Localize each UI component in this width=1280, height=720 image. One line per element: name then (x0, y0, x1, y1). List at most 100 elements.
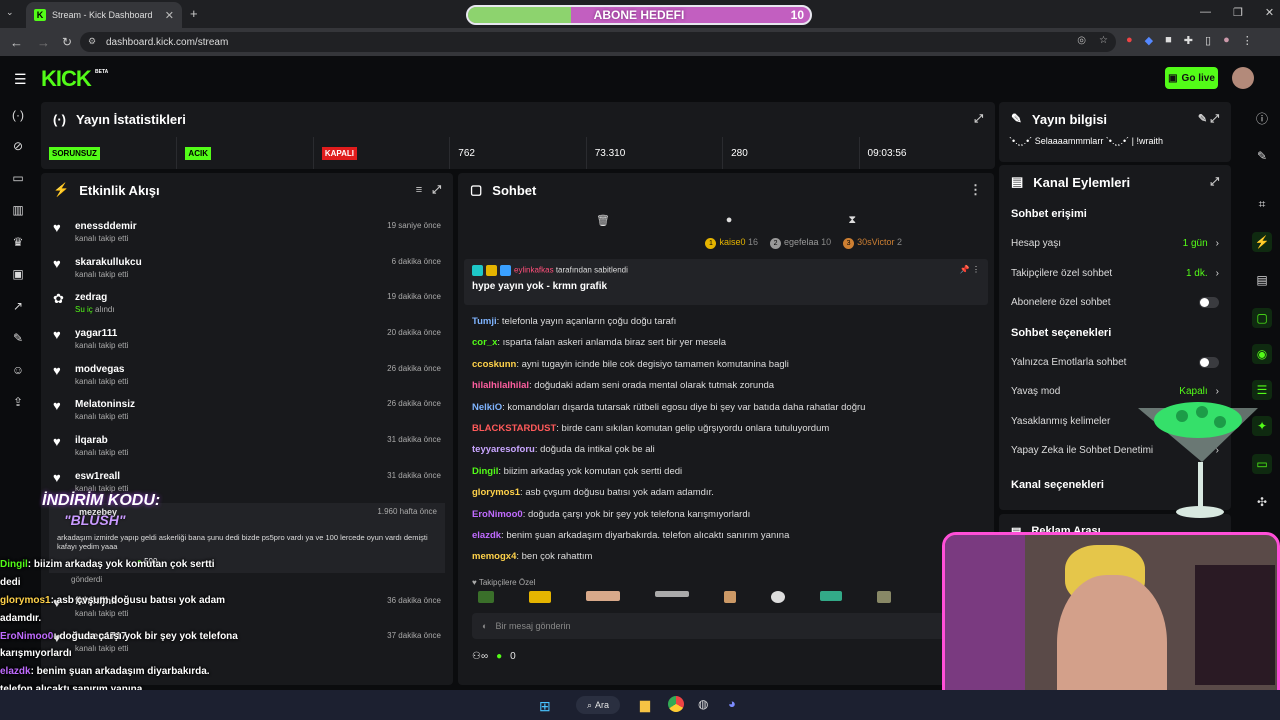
top-gifter[interactable]: 1 kaise0 16 (705, 237, 758, 249)
maximize-icon[interactable]: ❐ (1233, 6, 1243, 19)
info-icon[interactable]: ⓘ (1252, 108, 1272, 128)
emoji-icon[interactable]: ◐ (482, 621, 487, 631)
user-avatar[interactable] (1232, 67, 1254, 89)
minimize-icon[interactable]: — (1200, 6, 1211, 19)
media-icon[interactable]: ▣ (8, 264, 28, 284)
kick-logo[interactable]: KICK (41, 66, 92, 92)
setting-row[interactable]: Takipçilere özel sohbet 1 dk. › (999, 259, 1231, 289)
back-icon[interactable]: ← (10, 35, 23, 50)
emote-icon[interactable] (771, 590, 785, 603)
eye-off-icon[interactable]: ◎ (1077, 35, 1086, 46)
chat-icon[interactable]: ▢ (1252, 308, 1272, 328)
pin-icon[interactable]: 📌 ⋮ (960, 265, 980, 274)
new-tab-button[interactable]: + (190, 6, 198, 21)
heart-icon: ♥ (53, 255, 61, 271)
crop-icon[interactable]: ⌗ (1252, 194, 1272, 214)
browser-tab[interactable]: K Stream - Kick Dashboard ✕ (26, 2, 182, 28)
chat-username[interactable]: hilalhilalhilal (472, 380, 529, 391)
chat-username[interactable]: EroNimoo0 (472, 509, 523, 520)
event-description: kanalı takip etti (75, 377, 128, 386)
bookmark-star-icon[interactable]: ☆ (1099, 35, 1108, 46)
chat-username[interactable]: ccoskunn (472, 359, 516, 370)
stream-icon[interactable]: (·) (8, 105, 28, 125)
toggle-switch[interactable] (1199, 297, 1219, 309)
chat-username[interactable]: teyyaresoforu (472, 444, 535, 455)
chat-input[interactable]: ◐ Bir mesaj gönderin (472, 612, 980, 639)
lightning-icon[interactable]: ⚡ (1252, 232, 1272, 252)
chat-username[interactable]: Dingil (472, 466, 498, 477)
wrench-icon[interactable]: ✎ (8, 328, 28, 348)
document-icon[interactable]: ▤ (1252, 270, 1272, 290)
windows-start-icon[interactable]: ⊞ (539, 698, 551, 715)
tab-list-icon[interactable]: ⌄ (6, 7, 14, 18)
file-explorer-icon[interactable]: ▆ (640, 697, 650, 713)
goal-label: ABONE HEDEFI (593, 8, 685, 22)
emote-icon[interactable] (529, 590, 551, 603)
chrome-icon[interactable] (668, 696, 684, 712)
chart-icon[interactable]: ▥ (8, 200, 28, 220)
users-icon[interactable]: ☺ (8, 360, 28, 380)
chat-username[interactable]: BLACKSTARDUST (472, 423, 556, 434)
top-gifter[interactable]: 2 egefelaa 10 (770, 237, 831, 249)
link-icon[interactable]: ⊘ (8, 136, 28, 156)
url-field[interactable]: ⚙ dashboard.kick.com/stream ◎ ☆ (80, 32, 1116, 52)
expand-icon[interactable]: ⤢ (1210, 176, 1219, 189)
chat-message: ccoskunn: ayni tugayin icinde bile cok d… (472, 358, 789, 370)
kick-coin-icon: ● (496, 650, 503, 662)
event-time: 36 dakika önce (387, 595, 441, 605)
edit-icon[interactable]: ✎ ⤢ (1198, 112, 1219, 126)
obs-icon[interactable]: ◍ (698, 697, 708, 711)
menu-dots-icon[interactable]: ⋮ (1242, 34, 1253, 47)
chat-username[interactable]: Tumji (472, 316, 497, 327)
hamburger-menu-icon[interactable]: ☰ (14, 71, 27, 88)
setting-row[interactable]: Hesap yaşı 1 gün › (999, 229, 1231, 259)
trophy-icon[interactable]: ♛ (8, 232, 28, 252)
chat-username[interactable]: memogx4 (472, 551, 516, 562)
analytics-icon[interactable]: ↗ (8, 296, 28, 316)
top-gifter[interactable]: 3 30sVictor 2 (843, 237, 902, 249)
chat-username[interactable]: cor_x (472, 337, 497, 348)
sidebar-icon[interactable]: ▯ (1205, 34, 1211, 47)
expand-icon[interactable]: ⤢ (974, 113, 983, 126)
taskbar-search[interactable]: ⌕ Ara (576, 696, 620, 714)
chat-username[interactable]: glorymos1 (472, 487, 520, 498)
go-live-button[interactable]: ▣ Go live (1165, 67, 1218, 89)
hourglass-icon[interactable]: ⧗ (848, 214, 856, 227)
more-options-icon[interactable]: ⋮ (969, 182, 982, 198)
emote-icon[interactable] (820, 590, 842, 601)
toggle-switch[interactable] (1199, 356, 1219, 368)
close-tab-icon[interactable]: ✕ (165, 9, 174, 22)
edit-icon[interactable]: ✎ (1252, 146, 1272, 166)
chat-message: BLACKSTARDUST: birde canı sıkılan komuta… (472, 422, 830, 434)
emote-icon[interactable] (877, 590, 891, 603)
extension-icon[interactable]: ● (1126, 34, 1133, 47)
setting-row[interactable]: Abonelere özel sohbet (999, 288, 1231, 318)
broadcast-icon[interactable]: ◉ (1252, 344, 1272, 364)
window-icon[interactable]: ▭ (8, 168, 28, 188)
extension-icon[interactable]: ■ (1165, 34, 1172, 47)
trash-icon[interactable]: 🗑 (596, 214, 610, 227)
reload-icon[interactable]: ↻ (62, 35, 72, 49)
extensions-puzzle-icon[interactable]: ✚ (1184, 34, 1193, 47)
emote-icon[interactable] (478, 590, 494, 603)
site-info-icon[interactable]: ⚙ (88, 36, 96, 47)
chat-text: benim şuan arkadaşım diyarbakırda. telef… (506, 529, 790, 541)
setting-row[interactable]: Yalnızca Emotlarla sohbet (999, 348, 1231, 378)
upload-icon[interactable]: ⇪ (8, 392, 28, 412)
forward-icon[interactable]: → (37, 35, 50, 50)
discord-icon[interactable]: ◕ (728, 696, 736, 711)
extension-icon[interactable]: ◆ (1145, 34, 1153, 47)
expand-icon[interactable]: ⤢ (432, 184, 441, 197)
emote-icon[interactable] (586, 590, 620, 601)
chat-username[interactable]: NelkiO (472, 402, 502, 413)
filter-icon[interactable]: ≡ (416, 184, 422, 196)
kick-icon: ▣ (1168, 72, 1178, 84)
close-window-icon[interactable]: ✕ (1265, 6, 1274, 19)
emote-icon[interactable] (724, 590, 736, 603)
chat-bubble-icon[interactable]: ● (726, 214, 733, 226)
chat-username[interactable]: elazdk (472, 530, 501, 541)
emote-icon[interactable] (655, 590, 689, 597)
profile-icon[interactable]: ● (1223, 34, 1230, 47)
users-icon[interactable]: ⚇∞ (472, 651, 488, 662)
event-description: kanalı takip etti (75, 341, 128, 350)
